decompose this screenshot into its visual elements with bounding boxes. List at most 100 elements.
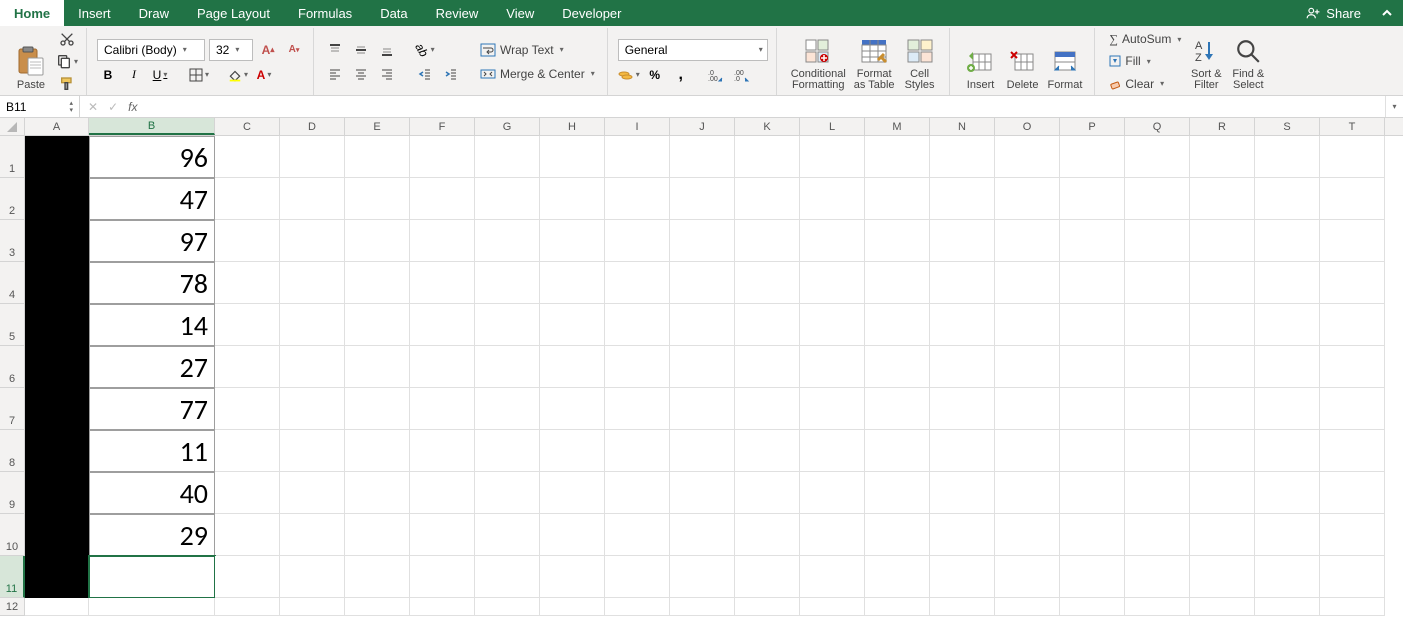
cell-K2[interactable] [735, 178, 800, 220]
menu-tab-view[interactable]: View [492, 0, 548, 26]
cell-H11[interactable] [540, 556, 605, 598]
cell-O10[interactable] [995, 514, 1060, 556]
cell-K11[interactable] [735, 556, 800, 598]
column-header-T[interactable]: T [1320, 118, 1385, 135]
cell-G2[interactable] [475, 178, 540, 220]
cell-Q5[interactable] [1125, 304, 1190, 346]
cell-J8[interactable] [670, 430, 735, 472]
cell-S11[interactable] [1255, 556, 1320, 598]
cell-O5[interactable] [995, 304, 1060, 346]
cell-T7[interactable] [1320, 388, 1385, 430]
percent-button[interactable]: % [644, 65, 666, 85]
cell-E7[interactable] [345, 388, 410, 430]
cell-G7[interactable] [475, 388, 540, 430]
cell-R3[interactable] [1190, 220, 1255, 262]
fx-icon[interactable]: fx [128, 100, 137, 114]
cell-P8[interactable] [1060, 430, 1125, 472]
cell-N8[interactable] [930, 430, 995, 472]
cell-D7[interactable] [280, 388, 345, 430]
cell-T5[interactable] [1320, 304, 1385, 346]
conditional-formatting-button[interactable]: Conditional Formatting [787, 30, 850, 93]
merge-center-button[interactable]: Merge & Center▾ [476, 64, 599, 84]
cell-K8[interactable] [735, 430, 800, 472]
fill-button[interactable]: Fill▾ [1105, 52, 1185, 70]
cell-O11[interactable] [995, 556, 1060, 598]
column-header-J[interactable]: J [670, 118, 735, 135]
cell-I8[interactable] [605, 430, 670, 472]
cell-O3[interactable] [995, 220, 1060, 262]
cell-G10[interactable] [475, 514, 540, 556]
cell-Q7[interactable] [1125, 388, 1190, 430]
cell-K4[interactable] [735, 262, 800, 304]
cell-J9[interactable] [670, 472, 735, 514]
cell-N11[interactable] [930, 556, 995, 598]
column-header-G[interactable]: G [475, 118, 540, 135]
cell-L5[interactable] [800, 304, 865, 346]
cell-P3[interactable] [1060, 220, 1125, 262]
cell-Q6[interactable] [1125, 346, 1190, 388]
cell-D11[interactable] [280, 556, 345, 598]
cell-T8[interactable] [1320, 430, 1385, 472]
cell-G5[interactable] [475, 304, 540, 346]
cell-F4[interactable] [410, 262, 475, 304]
cell-L7[interactable] [800, 388, 865, 430]
cell-J11[interactable] [670, 556, 735, 598]
cell-B6[interactable]: 27 [89, 346, 215, 388]
format-as-table-button[interactable]: Format as Table [850, 30, 899, 93]
cell-C9[interactable] [215, 472, 280, 514]
cell-L3[interactable] [800, 220, 865, 262]
cell-F2[interactable] [410, 178, 475, 220]
cell-K9[interactable] [735, 472, 800, 514]
cell-R10[interactable] [1190, 514, 1255, 556]
cell-S6[interactable] [1255, 346, 1320, 388]
cell-P11[interactable] [1060, 556, 1125, 598]
cell-C2[interactable] [215, 178, 280, 220]
cell-D2[interactable] [280, 178, 345, 220]
cell-T1[interactable] [1320, 136, 1385, 178]
row-header-6[interactable]: 6 [0, 346, 25, 388]
cell-R7[interactable] [1190, 388, 1255, 430]
cell-Q3[interactable] [1125, 220, 1190, 262]
format-button[interactable]: Format [1044, 30, 1087, 93]
cell-N1[interactable] [930, 136, 995, 178]
cell-T12[interactable] [1320, 598, 1385, 616]
formula-input[interactable] [145, 96, 1385, 117]
cell-A3[interactable] [25, 220, 89, 262]
cell-O1[interactable] [995, 136, 1060, 178]
cell-M2[interactable] [865, 178, 930, 220]
cell-G6[interactable] [475, 346, 540, 388]
cell-K10[interactable] [735, 514, 800, 556]
cell-C4[interactable] [215, 262, 280, 304]
row-header-1[interactable]: 1 [0, 136, 25, 178]
increase-decimal-button[interactable]: .0.00 [706, 65, 728, 85]
cell-B1[interactable]: 96 [89, 136, 215, 178]
menu-tab-formulas[interactable]: Formulas [284, 0, 366, 26]
cell-I1[interactable] [605, 136, 670, 178]
cell-Q9[interactable] [1125, 472, 1190, 514]
cell-H8[interactable] [540, 430, 605, 472]
cell-C11[interactable] [215, 556, 280, 598]
cell-F9[interactable] [410, 472, 475, 514]
cell-E9[interactable] [345, 472, 410, 514]
menu-tab-draw[interactable]: Draw [125, 0, 183, 26]
align-top-button[interactable] [324, 40, 346, 60]
row-header-5[interactable]: 5 [0, 304, 25, 346]
cell-O6[interactable] [995, 346, 1060, 388]
cell-R9[interactable] [1190, 472, 1255, 514]
cell-I5[interactable] [605, 304, 670, 346]
cell-I12[interactable] [605, 598, 670, 616]
cell-T10[interactable] [1320, 514, 1385, 556]
cell-A5[interactable] [25, 304, 89, 346]
cell-A6[interactable] [25, 346, 89, 388]
cell-G4[interactable] [475, 262, 540, 304]
cell-M1[interactable] [865, 136, 930, 178]
cell-M12[interactable] [865, 598, 930, 616]
cell-P6[interactable] [1060, 346, 1125, 388]
cell-D8[interactable] [280, 430, 345, 472]
cell-R5[interactable] [1190, 304, 1255, 346]
cell-F3[interactable] [410, 220, 475, 262]
increase-indent-button[interactable] [440, 64, 462, 84]
cell-S12[interactable] [1255, 598, 1320, 616]
cell-E10[interactable] [345, 514, 410, 556]
cell-P1[interactable] [1060, 136, 1125, 178]
